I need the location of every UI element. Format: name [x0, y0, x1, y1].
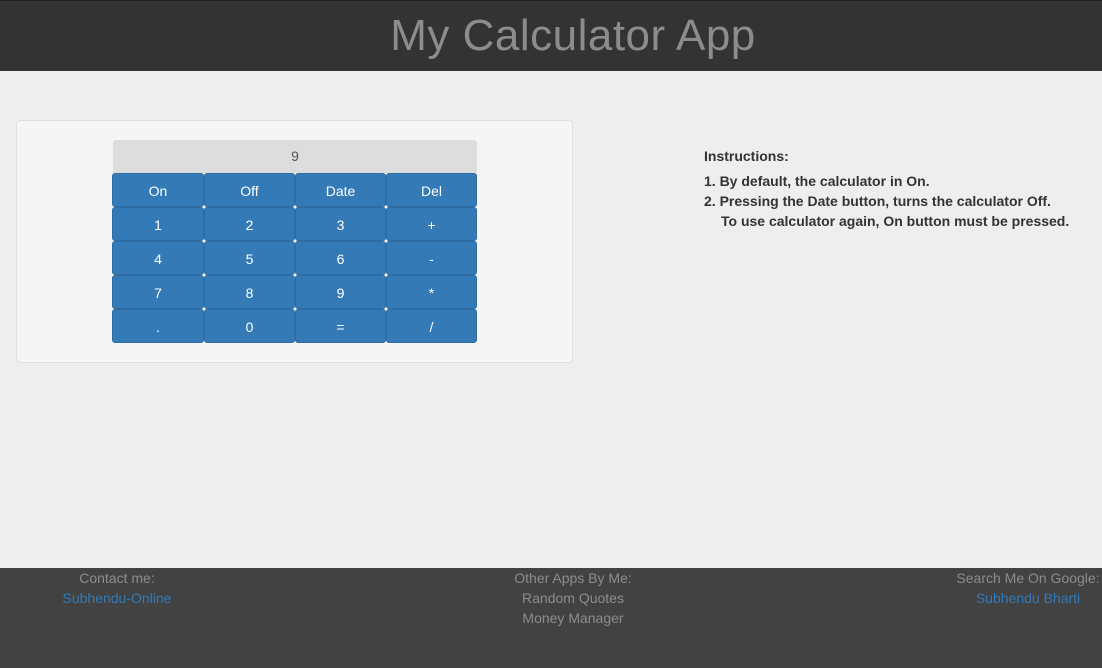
calculator-panel: 9 On Off Date Del 1 2 3 + 4 5 6 - 7 8 9 …: [16, 120, 573, 363]
footer: Contact me: Subhendu-Online Other Apps B…: [0, 568, 1102, 668]
on-button[interactable]: On: [112, 173, 204, 207]
instructions: Instructions: 1. By default, the calcula…: [704, 146, 1069, 231]
minus-button[interactable]: -: [386, 241, 477, 275]
digit-5-button[interactable]: 5: [204, 241, 295, 275]
decimal-button[interactable]: .: [112, 309, 204, 343]
digit-0-button[interactable]: 0: [204, 309, 295, 343]
digit-1-button[interactable]: 1: [112, 207, 204, 241]
google-link[interactable]: Subhendu Bharti: [928, 588, 1102, 608]
instructions-title: Instructions:: [704, 148, 789, 164]
other-apps-label: Other Apps By Me:: [514, 570, 632, 586]
multiply-button[interactable]: *: [386, 275, 477, 309]
footer-google: Search Me On Google: Subhendu Bharti: [928, 568, 1102, 608]
page-title: My Calculator App: [390, 11, 756, 60]
contact-label: Contact me:: [79, 570, 155, 586]
digit-2-button[interactable]: 2: [204, 207, 295, 241]
digit-9-button[interactable]: 9: [295, 275, 386, 309]
digit-4-button[interactable]: 4: [112, 241, 204, 275]
app-header: My Calculator App: [0, 0, 1102, 71]
money-manager-link[interactable]: Money Manager: [473, 608, 673, 628]
instruction-line-1: 1. By default, the calculator in On.: [704, 173, 930, 189]
delete-button[interactable]: Del: [386, 173, 477, 207]
calculator-keypad: On Off Date Del 1 2 3 + 4 5 6 - 7 8 9 * …: [112, 173, 477, 343]
digit-3-button[interactable]: 3: [295, 207, 386, 241]
divide-button[interactable]: /: [386, 309, 477, 343]
instruction-line-2: 2. Pressing the Date button, turns the c…: [704, 193, 1051, 209]
instruction-line-2-continued: To use calculator again, On button must …: [721, 213, 1070, 229]
footer-contact: Contact me: Subhendu-Online: [17, 568, 217, 608]
digit-8-button[interactable]: 8: [204, 275, 295, 309]
google-label: Search Me On Google:: [956, 570, 1100, 586]
footer-other-apps: Other Apps By Me: Random Quotes Money Ma…: [473, 568, 673, 628]
digit-7-button[interactable]: 7: [112, 275, 204, 309]
date-button[interactable]: Date: [295, 173, 386, 207]
random-quotes-link[interactable]: Random Quotes: [473, 588, 673, 608]
contact-link[interactable]: Subhendu-Online: [17, 588, 217, 608]
equals-button[interactable]: =: [295, 309, 386, 343]
digit-6-button[interactable]: 6: [295, 241, 386, 275]
plus-button[interactable]: +: [386, 207, 477, 241]
off-button[interactable]: Off: [204, 173, 295, 207]
calculator-display: 9: [113, 140, 477, 173]
